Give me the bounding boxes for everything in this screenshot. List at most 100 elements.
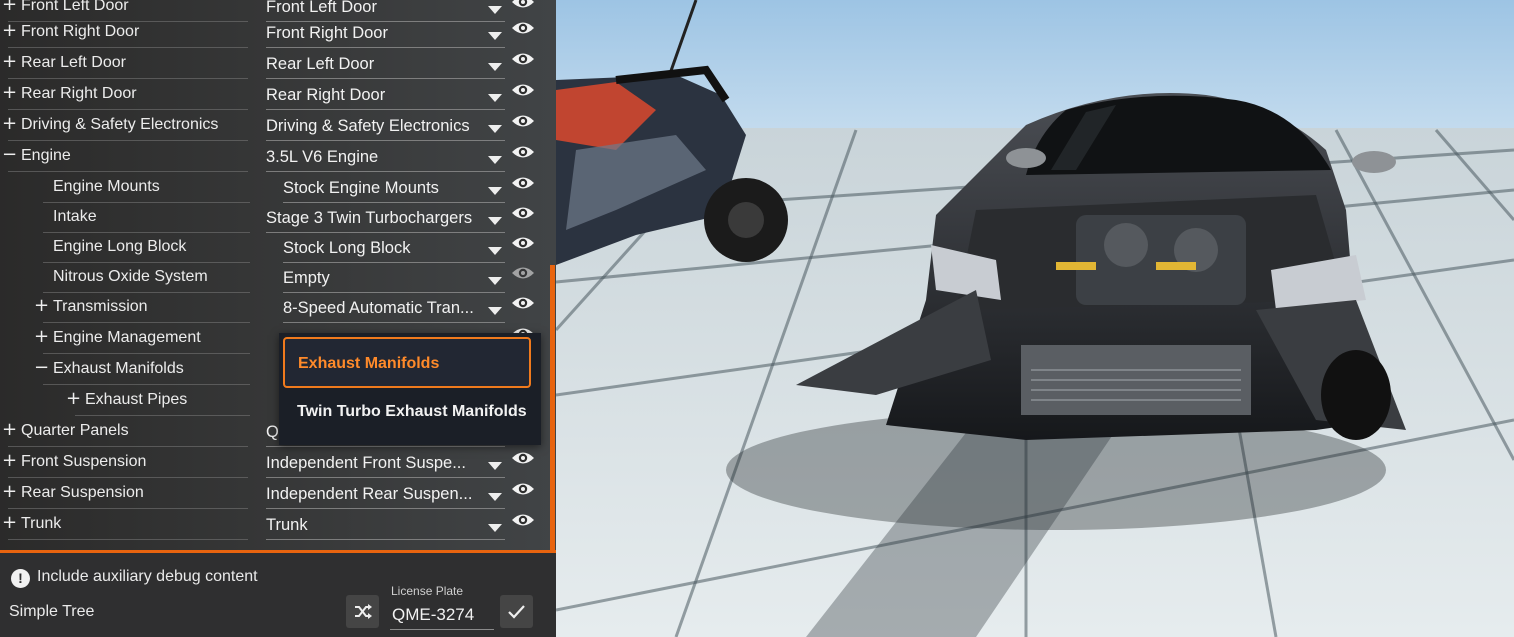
plus-icon[interactable]: + [66,389,81,409]
plus-icon[interactable]: + [2,0,17,15]
minus-icon[interactable]: − [34,358,49,378]
randomize-plate-button[interactable] [346,595,379,628]
apply-plate-button[interactable] [500,595,533,628]
caret-down-icon[interactable] [488,187,502,195]
tree-row[interactable]: + Transmission 8-Speed Automatic Tran... [0,292,540,323]
tree-row-label: Trunk [21,515,62,532]
tree-row[interactable]: Engine Mounts Stock Engine Mounts [0,172,540,203]
simple-tree-toggle[interactable]: Simple Tree [9,603,94,621]
plus-icon[interactable]: + [2,420,17,440]
part-select-value[interactable]: Rear Right Door [266,86,385,104]
part-select-value[interactable]: Independent Rear Suspen... [266,485,472,503]
tree-row-label: Rear Suspension [21,484,144,501]
vehicle-viewport[interactable] [556,0,1514,637]
eye-icon[interactable] [511,264,535,282]
eye-icon[interactable] [511,143,535,161]
plus-icon[interactable]: + [2,482,17,502]
scroll-indicator[interactable] [550,265,555,550]
select-underline [266,539,505,540]
tree-row[interactable]: Nitrous Oxide System Empty [0,262,540,293]
eye-icon[interactable] [511,81,535,99]
eye-icon[interactable] [511,204,535,222]
plus-icon[interactable]: + [34,296,49,316]
eye-icon[interactable] [511,19,535,37]
caret-down-icon[interactable] [488,156,502,164]
part-select-value[interactable]: 3.5L V6 Engine [266,148,378,166]
dropdown-option-selected-label: Exhaust Manifolds [298,355,440,372]
caret-down-icon[interactable] [488,524,502,532]
part-select-value[interactable]: Front Left Door [266,0,377,16]
part-select-dropdown[interactable]: Exhaust Manifolds Twin Turbo Exhaust Man… [279,333,541,445]
eye-icon[interactable] [511,234,535,252]
tree-row[interactable]: + Front Right Door Front Right Door [0,17,540,48]
part-select-value[interactable]: Stage 3 Twin Turbochargers [266,209,472,227]
tree-row-label: Intake [53,208,97,225]
caret-down-icon[interactable] [488,125,502,133]
scene-render [556,0,1514,637]
tree-row[interactable]: − Engine 3.5L V6 Engine [0,141,540,172]
plus-icon[interactable]: + [2,451,17,471]
caret-down-icon[interactable] [488,462,502,470]
row-divider [8,539,248,540]
tree-row-label: Engine [21,147,71,164]
license-plate-input[interactable] [390,601,494,630]
shuffle-icon [355,604,372,619]
eye-icon[interactable] [511,511,535,529]
plus-icon[interactable]: + [2,52,17,72]
tree-row-label: Exhaust Pipes [85,391,188,408]
tree-row-label: Front Suspension [21,453,147,470]
plus-icon[interactable]: + [2,83,17,103]
caret-down-icon[interactable] [488,493,502,501]
plus-icon[interactable]: + [2,513,17,533]
parts-config-panel: + Front Left Door Front Left Door + Front Ri… [0,0,556,637]
part-select-value[interactable]: Q [266,423,279,441]
caret-down-icon[interactable] [488,277,502,285]
tree-row-label: Nitrous Oxide System [53,268,208,285]
tree-row[interactable]: Intake Stage 3 Twin Turbochargers [0,202,540,233]
eye-icon[interactable] [511,0,535,11]
part-select-value[interactable]: 8-Speed Automatic Tran... [283,299,474,317]
tree-row[interactable]: + Driving & Safety Electronics Driving & S… [0,110,540,141]
plus-icon[interactable]: + [34,327,49,347]
part-select-value[interactable]: Driving & Safety Electronics [266,117,470,135]
debug-content-toggle[interactable]: Include auxiliary debug content [37,568,258,586]
plus-icon[interactable]: + [2,114,17,134]
caret-down-icon[interactable] [488,32,502,40]
tree-row-label: Transmission [53,298,148,315]
eye-icon[interactable] [511,112,535,130]
part-select-value[interactable]: Empty [283,269,330,287]
part-select-value[interactable]: Rear Left Door [266,55,374,73]
eye-icon[interactable] [511,294,535,312]
tree-row-label: Quarter Panels [21,422,129,439]
tree-row[interactable]: + Front Suspension Independent Front Suspe… [0,447,540,478]
part-select-value[interactable]: Stock Engine Mounts [283,179,439,197]
part-select-value[interactable]: Independent Front Suspe... [266,454,466,472]
eye-icon[interactable] [511,480,535,498]
tree-row-label: Front Left Door [21,0,129,14]
eye-icon[interactable] [511,50,535,68]
dropdown-option-selected[interactable]: Exhaust Manifolds [283,337,531,388]
tree-row-label: Rear Right Door [21,85,137,102]
part-select-value[interactable]: Stock Long Block [283,239,411,257]
eye-icon[interactable] [511,449,535,467]
tree-row[interactable]: + Rear Suspension Independent Rear Suspen.… [0,478,540,509]
part-select-value[interactable]: Front Right Door [266,24,388,42]
dropdown-option[interactable]: Twin Turbo Exhaust Manifolds [297,403,527,421]
tree-row[interactable]: + Rear Left Door Rear Left Door [0,48,540,79]
exclamation-icon[interactable]: ! [11,569,30,588]
tree-row[interactable]: Engine Long Block Stock Long Block [0,232,540,263]
caret-down-icon[interactable] [488,6,502,14]
part-select-value[interactable]: Trunk [266,516,308,534]
plus-icon[interactable]: + [2,21,17,41]
eye-icon[interactable] [511,174,535,192]
caret-down-icon[interactable] [488,63,502,71]
minus-icon[interactable]: − [2,145,17,165]
caret-down-icon[interactable] [488,217,502,225]
tree-row-label: Driving & Safety Electronics [21,116,219,133]
caret-down-icon[interactable] [488,247,502,255]
tree-row[interactable]: + Trunk Trunk [0,509,540,540]
caret-down-icon[interactable] [488,94,502,102]
license-plate-label: License Plate [391,584,464,598]
caret-down-icon[interactable] [488,307,502,315]
tree-row[interactable]: + Rear Right Door Rear Right Door [0,79,540,110]
